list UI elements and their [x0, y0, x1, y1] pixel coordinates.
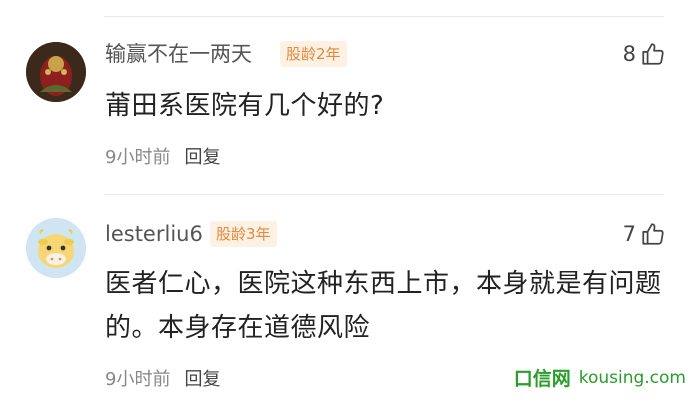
- reply-button[interactable]: 回复: [184, 146, 220, 170]
- cow-avatar-icon: [26, 218, 86, 278]
- like-button[interactable]: 7: [623, 220, 666, 248]
- watermark-site: kousing.com: [578, 367, 686, 388]
- top-divider: [104, 16, 664, 17]
- reply-button[interactable]: 回复: [184, 368, 220, 392]
- avatar[interactable]: [26, 42, 86, 102]
- username[interactable]: lesterliu6: [105, 220, 203, 248]
- like-count: 8: [622, 42, 636, 66]
- comment-text: 医者仁心，医院这种东西上市，本身就是有问题的。本身存在道德风险: [105, 269, 662, 343]
- avatar-image-icon: [26, 42, 86, 102]
- stock-age-badge: 股龄3年: [210, 221, 277, 247]
- comment-meta: 9小时前 回复: [105, 368, 220, 392]
- comment-divider: [104, 194, 664, 195]
- avatar[interactable]: [26, 218, 86, 278]
- stock-age-badge: 股龄2年: [280, 41, 347, 67]
- thumbs-up-icon: [642, 223, 664, 245]
- watermark-logo: 口信网: [513, 368, 571, 390]
- like-count: 7: [622, 222, 636, 246]
- comment-meta: 9小时前 回复: [105, 146, 220, 170]
- username[interactable]: 输赢不在一两天: [105, 40, 252, 68]
- timestamp: 9小时前: [105, 147, 171, 168]
- timestamp: 9小时前: [105, 369, 171, 390]
- watermark: 口信网 kousing.com: [514, 364, 686, 391]
- comment-text: 莆田系医院有几个好的?: [105, 91, 385, 121]
- like-button[interactable]: 8: [623, 40, 666, 68]
- thumbs-up-icon: [642, 43, 664, 65]
